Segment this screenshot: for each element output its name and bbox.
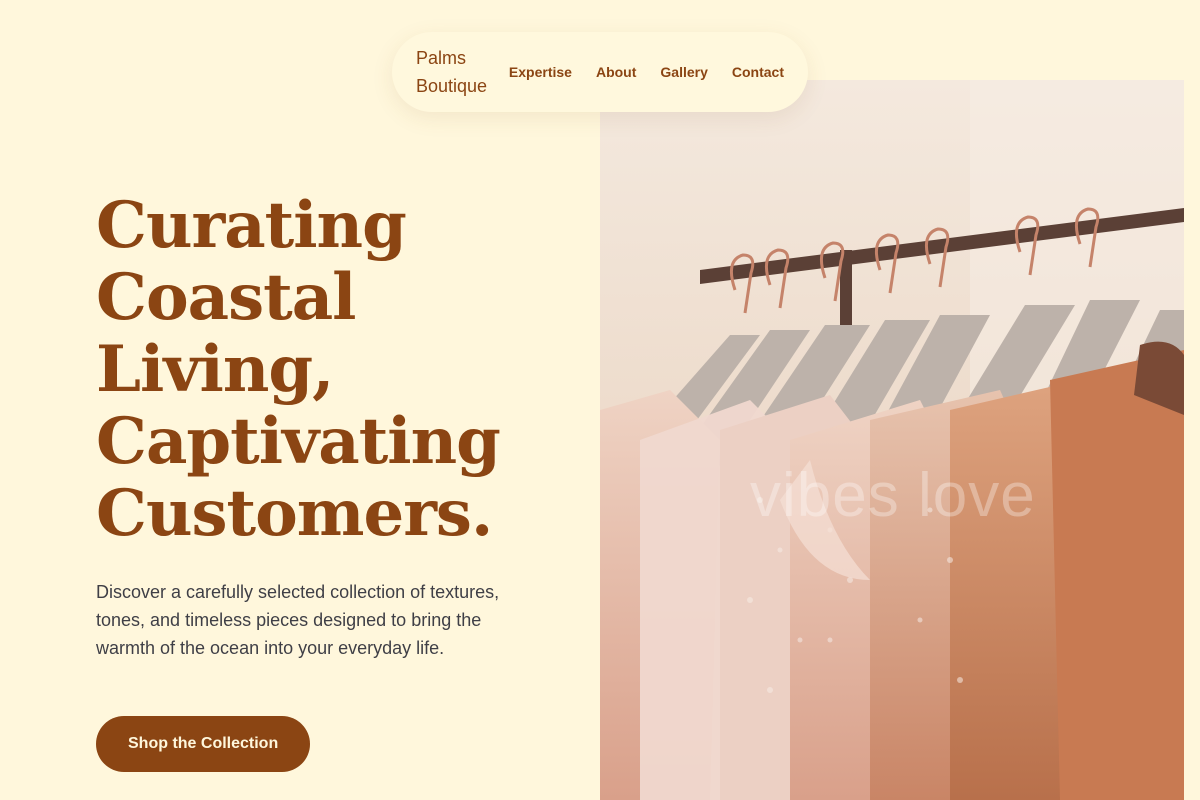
brand-name-line1: Palms — [416, 48, 467, 68]
shop-collection-button[interactable]: Shop the Collection — [96, 716, 311, 772]
nav-link-about[interactable]: About — [596, 64, 636, 80]
brand-name-line2: Boutique — [416, 76, 488, 96]
image-watermark-text: vibes love — [750, 461, 1036, 530]
nav-link-gallery[interactable]: Gallery — [660, 64, 707, 80]
top-navigation: Palms Boutique Expertise About Gallery C… — [392, 32, 808, 112]
landing-page: vibes love Palms Boutique Expertise Abou… — [0, 0, 1200, 800]
clothing-rack-illustration — [600, 80, 1184, 800]
nav-link-contact[interactable]: Contact — [732, 64, 784, 80]
headline-line: Living, — [96, 332, 334, 407]
headline-line: Coastal — [96, 260, 356, 335]
nav-link-expertise[interactable]: Expertise — [509, 64, 572, 80]
hero-subtext: Discover a carefully selected collection… — [96, 582, 500, 658]
headline-line: Curating — [96, 188, 407, 263]
hero-image: vibes love — [600, 80, 1184, 800]
hero-copy: Curating Coastal Living, Captivating Cus… — [96, 190, 576, 662]
nav-links: Expertise About Gallery Contact — [509, 64, 784, 80]
brand-logo[interactable]: Palms Boutique — [416, 44, 498, 100]
headline-line: Customers. — [96, 476, 493, 551]
hero-headline: Curating Coastal Living, Captivating Cus… — [96, 190, 576, 550]
headline-line: Captivating — [96, 404, 501, 479]
